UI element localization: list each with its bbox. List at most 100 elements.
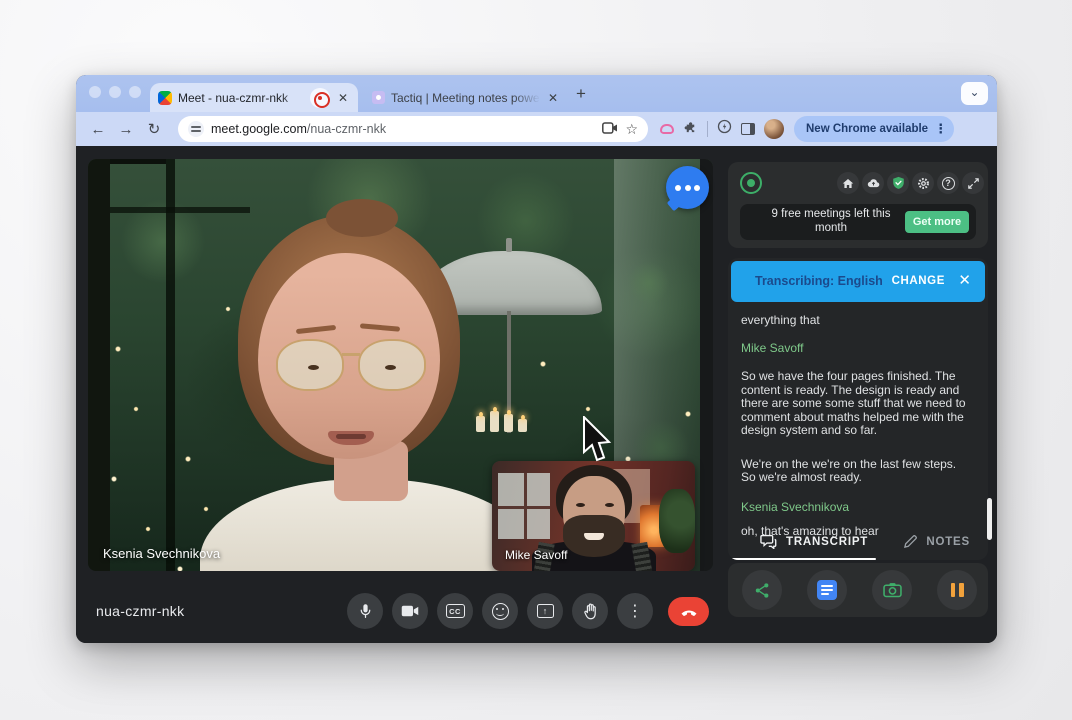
help-icon[interactable]: ?: [937, 172, 959, 194]
meet-page: Ksenia Svechnikova Mike Savoff: [76, 146, 997, 643]
transcribing-banner: Transcribing: English CHANGE ✕: [731, 261, 985, 302]
pip-participant-name: Mike Savoff: [505, 548, 567, 562]
share-icon: [754, 582, 771, 599]
reactions-button[interactable]: [482, 593, 518, 629]
settings-gear-icon[interactable]: [912, 172, 934, 194]
smiley-icon: [492, 603, 509, 620]
meet-favicon: [158, 91, 172, 105]
plant: [659, 489, 695, 553]
tactiq-header-icons: ?: [837, 172, 984, 194]
raise-hand-button[interactable]: [572, 593, 608, 629]
browser-toolbar: ← → ↻ meet.google.com/nua-czmr-nkk ☆: [76, 112, 997, 146]
tactiq-header-panel: ? 9 free meetings left this month Get mo…: [728, 162, 988, 248]
transcript-scrollbar[interactable]: [987, 498, 992, 540]
window-winter-scene: [498, 473, 550, 539]
reload-icon[interactable]: ↻: [140, 120, 168, 138]
transcript-line: So we have the four pages finished. The …: [741, 370, 972, 438]
transcript-chat-icon: [760, 534, 777, 549]
end-call-button[interactable]: [668, 597, 709, 626]
privacy-shield-icon[interactable]: [887, 172, 909, 194]
present-button[interactable]: ↑: [527, 593, 563, 629]
close-tab-icon[interactable]: ✕: [336, 91, 350, 105]
home-icon[interactable]: [837, 172, 859, 194]
cc-icon: CC: [446, 604, 465, 618]
side-panel-icon[interactable]: [741, 123, 755, 135]
get-more-button[interactable]: Get more: [905, 211, 969, 233]
phone-icon: [680, 608, 698, 616]
tactiq-transcript-panel: Transcribing: English CHANGE ✕ everythin…: [728, 258, 988, 560]
close-banner-icon[interactable]: ✕: [958, 271, 971, 289]
free-meetings-banner: 9 free meetings left this month Get more: [740, 204, 976, 240]
tab-camera-icon[interactable]: [602, 121, 618, 137]
toolbar-divider: [707, 121, 708, 137]
new-tab-button[interactable]: +: [576, 84, 586, 104]
tab-notes[interactable]: NOTES: [903, 534, 970, 549]
recording-indicator-icon: [310, 88, 330, 108]
present-icon: ↑: [537, 604, 554, 618]
meeting-code: nua-czmr-nkk: [96, 603, 184, 619]
tactiq-logo-icon: [740, 172, 762, 194]
site-info-icon[interactable]: [188, 121, 204, 137]
mouse-cursor: [581, 416, 615, 464]
main-video-tile[interactable]: Ksenia Svechnikova Mike Savoff: [88, 159, 713, 571]
tab-meet[interactable]: Meet - nua-czmr-nkk ✕: [150, 83, 358, 112]
more-options-button[interactable]: ⋮: [617, 593, 653, 629]
sidebar-tabs: TRANSCRIPT NOTES: [728, 530, 988, 560]
captions-button[interactable]: CC: [437, 593, 473, 629]
tab-search-chevron-icon[interactable]: ⌄: [961, 82, 988, 105]
collapse-panel-icon[interactable]: [962, 172, 984, 194]
tab-strip: Meet - nua-czmr-nkk ✕ Tactiq | Meeting n…: [76, 75, 997, 112]
meet-controls: CC ↑ ⋮: [347, 593, 653, 629]
speed-badge-icon[interactable]: [717, 119, 732, 139]
transcript-body: everything that Mike Savoff So we have t…: [741, 314, 972, 539]
window-traffic-lights[interactable]: [89, 86, 141, 98]
tactiq-favicon: [372, 91, 385, 104]
document-icon: [817, 580, 837, 600]
camera-button[interactable]: [392, 593, 428, 629]
tactiq-actions-panel: [728, 563, 988, 617]
desktop-background: Meet - nua-czmr-nkk ✕ Tactiq | Meeting n…: [0, 0, 1072, 720]
transcript-tab-label: TRANSCRIPT: [786, 536, 868, 548]
eyes: [576, 503, 614, 507]
chrome-update-button[interactable]: New Chrome available ⋮: [794, 116, 954, 142]
extensions-row: [660, 119, 784, 139]
cloud-upload-icon[interactable]: [862, 172, 884, 194]
forward-icon[interactable]: →: [112, 121, 140, 138]
extensions-puzzle-icon[interactable]: [683, 119, 698, 139]
tactiq-chat-bubble-icon[interactable]: [666, 166, 709, 209]
share-button[interactable]: [742, 570, 782, 610]
profile-avatar[interactable]: [764, 119, 784, 139]
browser-window: Meet - nua-czmr-nkk ✕ Tactiq | Meeting n…: [76, 75, 997, 643]
camera-photo-icon: [883, 582, 902, 598]
transcript-line: everything that: [741, 314, 972, 328]
transcript-speaker: Mike Savoff: [741, 342, 972, 356]
tab-transcript[interactable]: TRANSCRIPT: [760, 534, 868, 549]
google-doc-button[interactable]: [807, 570, 847, 610]
address-bar[interactable]: meet.google.com/nua-czmr-nkk ☆: [178, 116, 648, 142]
screenshot-button[interactable]: [872, 570, 912, 610]
pause-recording-button[interactable]: [937, 570, 977, 610]
active-tab-underline: [728, 558, 876, 561]
close-tab-icon[interactable]: ✕: [546, 91, 560, 105]
pause-icon: [951, 583, 964, 597]
tab-tactiq[interactable]: Tactiq | Meeting notes powe ✕: [364, 83, 568, 112]
chrome-menu-icon[interactable]: ⋮: [934, 121, 947, 137]
tactiq-extension-icon[interactable]: [660, 124, 674, 134]
free-meetings-text: 9 free meetings left this month: [756, 208, 906, 235]
notes-tab-label: NOTES: [926, 536, 970, 548]
bookmark-star-icon[interactable]: ☆: [625, 121, 638, 138]
microphone-button[interactable]: [347, 593, 383, 629]
notes-pencil-icon: [903, 534, 918, 549]
pip-video-tile[interactable]: Mike Savoff: [492, 461, 695, 571]
tab-title: Meet - nua-czmr-nkk: [178, 91, 304, 105]
transcript-line: We're on the we're on the last few steps…: [741, 458, 972, 485]
url-text[interactable]: meet.google.com/nua-czmr-nkk: [211, 122, 595, 136]
tab-title: Tactiq | Meeting notes powe: [391, 91, 540, 105]
transcript-speaker: Ksenia Svechnikova: [741, 501, 972, 515]
main-participant-name: Ksenia Svechnikova: [103, 546, 220, 561]
transcribing-label: Transcribing: English: [755, 274, 883, 288]
change-language-button[interactable]: CHANGE: [892, 275, 945, 287]
back-icon[interactable]: ←: [84, 121, 112, 138]
hair-bun: [326, 199, 398, 237]
glasses: [276, 339, 426, 393]
